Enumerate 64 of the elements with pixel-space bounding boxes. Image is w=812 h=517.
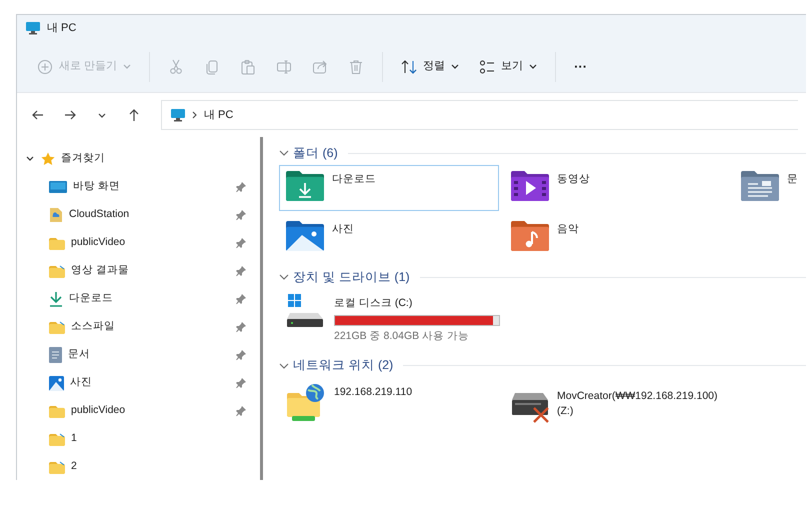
folder-icon <box>49 404 65 418</box>
sidebar-item[interactable]: 사진 <box>17 369 260 397</box>
sidebar-item[interactable]: CloudStation <box>17 201 260 229</box>
sidebar-item[interactable]: publicVideo <box>17 229 260 257</box>
view-button[interactable]: 보기 <box>471 50 546 82</box>
view-icon <box>479 58 496 74</box>
video-folder-icon <box>511 170 549 201</box>
more-button[interactable]: ··· <box>566 50 596 82</box>
computer-icon <box>170 108 186 122</box>
rename-icon <box>276 58 292 74</box>
sidebar-item[interactable]: 바탕 화면 <box>17 173 260 201</box>
folder-tile[interactable]: 로컬 디스크 (C:) 221GB 중 8.04GB 사용 가능 <box>279 289 507 350</box>
folder-icon <box>49 432 65 446</box>
folder-icon <box>49 264 65 278</box>
expand-icon[interactable] <box>279 272 289 282</box>
sidebar-item[interactable]: 즐겨찾기 <box>17 145 260 173</box>
folder-tile[interactable]: 동영상 <box>504 165 729 211</box>
document-icon <box>49 347 62 363</box>
download-folder-icon <box>286 170 324 201</box>
sort-button[interactable]: 정렬 <box>393 50 468 82</box>
clipboard-icon <box>240 58 256 74</box>
folder-icon <box>49 460 65 474</box>
sidebar-item[interactable]: 2 <box>17 453 260 480</box>
folder-tile[interactable]: MovCreator(₩₩192.168.219.100) (Z:) <box>504 378 729 434</box>
expand-icon[interactable] <box>279 148 289 158</box>
picture-icon <box>49 376 64 390</box>
sort-icon <box>401 58 418 74</box>
music-folder-icon <box>511 220 549 251</box>
desktop-icon <box>49 181 67 193</box>
folder-tile[interactable]: 사진 <box>279 215 499 261</box>
chevron-icon <box>192 111 198 119</box>
document-icon <box>49 207 63 223</box>
share-icon <box>312 58 328 74</box>
group-header[interactable]: 폴더 (6) <box>279 141 806 165</box>
window-title: 내 PC <box>47 20 76 36</box>
sidebar-item[interactable]: 문서 <box>17 341 260 369</box>
drive-icon <box>286 294 326 328</box>
sidebar-item[interactable]: 다운로드 <box>17 285 260 313</box>
document-folder-icon <box>741 170 779 201</box>
network-folder-icon <box>286 382 326 422</box>
computer-icon <box>25 21 41 35</box>
trash-icon <box>348 58 364 74</box>
folder-tile[interactable]: 192.168.219.110 <box>279 378 499 434</box>
copy-icon <box>204 58 220 74</box>
folder-tile[interactable]: 음악 <box>504 215 729 261</box>
picture-folder-icon <box>286 220 324 251</box>
star-icon <box>41 152 55 166</box>
folder-icon <box>49 236 65 250</box>
download-icon <box>49 291 63 307</box>
add-icon <box>37 58 53 74</box>
folder-tile[interactable]: 다운로드 <box>279 165 499 211</box>
sidebar-item[interactable]: publicVideo <box>17 397 260 425</box>
sidebar-item[interactable]: 1 <box>17 425 260 453</box>
caret-icon <box>98 112 106 118</box>
sidebar-item[interactable]: 영상 결과물 <box>17 257 260 285</box>
breadcrumb[interactable]: 내 PC <box>204 106 234 124</box>
expand-icon[interactable] <box>279 360 289 370</box>
scissors-icon <box>168 58 184 74</box>
folder-tile[interactable]: 문 <box>734 165 806 211</box>
address-bar[interactable]: 내 PC <box>161 100 798 130</box>
folder-icon <box>49 320 65 334</box>
sidebar-item[interactable]: 소스파일 <box>17 313 260 341</box>
group-header[interactable]: 장치 및 드라이브 (1) <box>279 265 806 289</box>
group-header[interactable]: 네트워크 위치 (2) <box>279 354 806 378</box>
